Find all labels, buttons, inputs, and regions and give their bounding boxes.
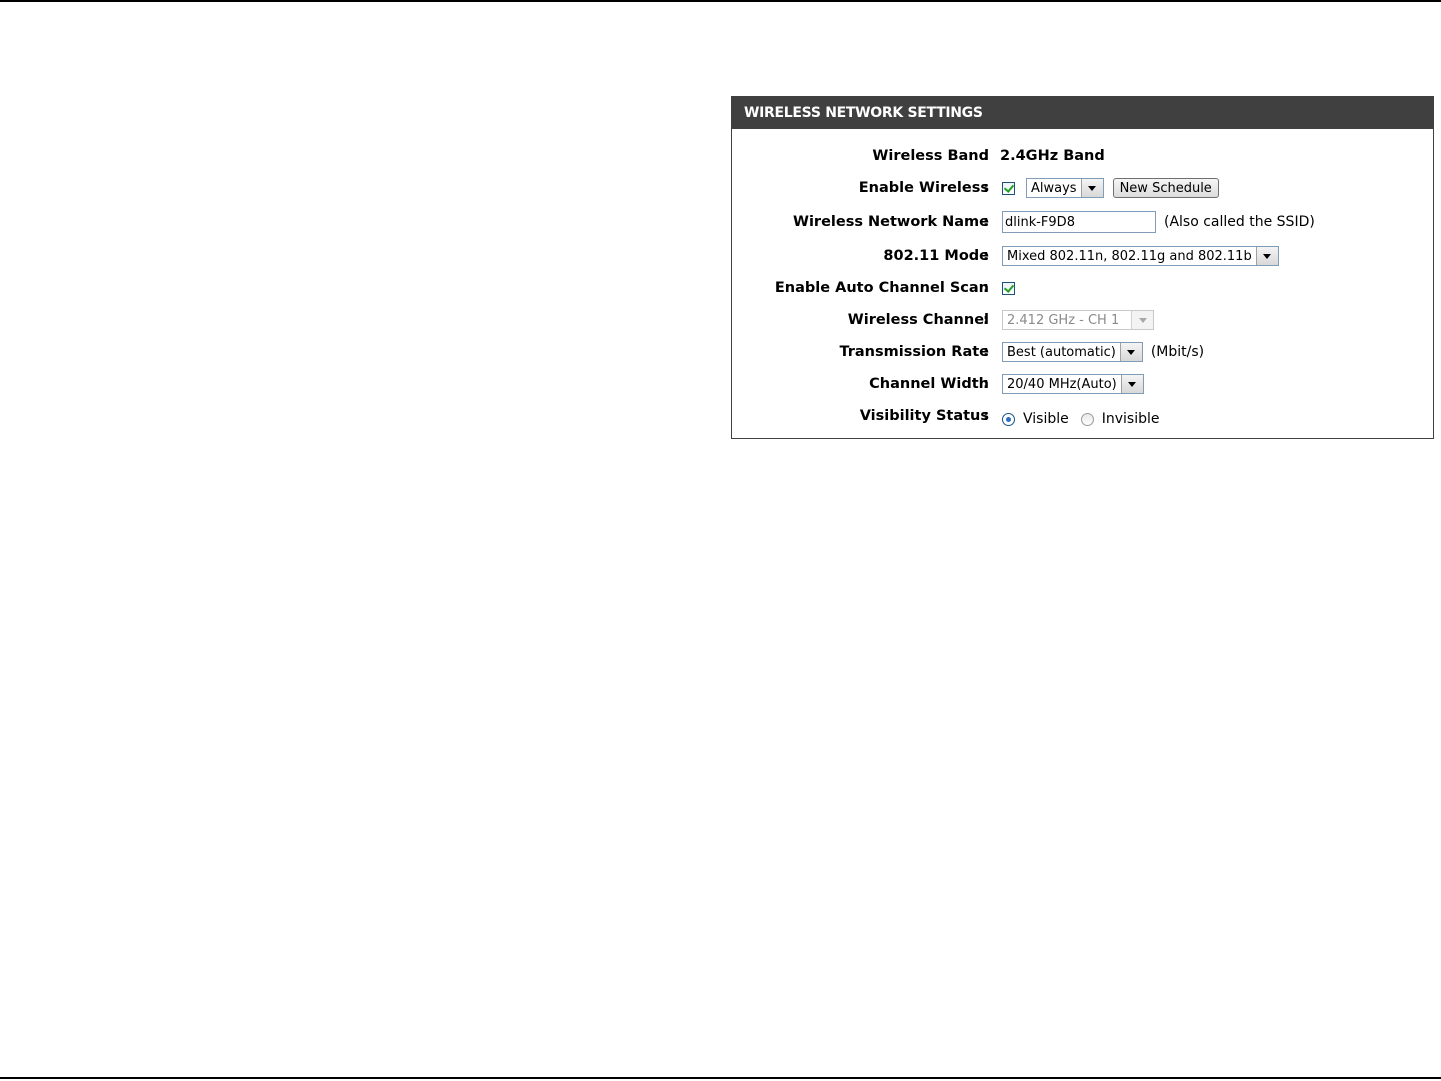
visible-radio[interactable] (1002, 412, 1015, 426)
chevron-down-icon (1080, 179, 1103, 197)
mode-row: 802.11 Mode : Mixed 802.11n, 802.11g and… (732, 243, 1433, 269)
chevron-down-icon (1120, 375, 1143, 393)
mode-select-value: Mixed 802.11n, 802.11g and 802.11b (1007, 248, 1252, 264)
enable-wireless-row: Enable Wireless : Always New Schedule (732, 175, 1433, 201)
colon: : (983, 312, 989, 328)
invisible-radio[interactable] (1080, 412, 1094, 426)
ssid-input[interactable]: dlink-F9D8 (1002, 211, 1156, 233)
schedule-select[interactable]: Always (1026, 178, 1104, 198)
transmission-rate-row: Transmission Rate : Best (automatic) (Mb… (732, 339, 1433, 365)
channel-width-label: Channel Width (869, 376, 989, 392)
mode-label: 802.11 Mode (883, 248, 989, 264)
auto-channel-row: Enable Auto Channel Scan : (732, 275, 1433, 301)
wireless-network-settings-panel: WIRELESS NETWORK SETTINGS Wireless Band … (731, 96, 1434, 439)
wireless-channel-label: Wireless Channel (847, 312, 989, 328)
visibility-label: Visibility Status (859, 408, 989, 424)
transmission-rate-controls: Best (automatic) (Mbit/s) (1002, 339, 1204, 365)
transmission-rate-unit: (Mbit/s) (1150, 344, 1205, 360)
wireless-band-value: 2.4GHz Band (1000, 148, 1105, 164)
invisible-radio-label: Invisible (1101, 411, 1160, 427)
panel-title: WIRELESS NETWORK SETTINGS (732, 97, 1433, 129)
wireless-band-row: Wireless Band : 2.4GHz Band (732, 143, 1433, 169)
enable-wireless-controls: Always New Schedule (1002, 175, 1219, 201)
transmission-rate-label: Transmission Rate (839, 344, 989, 360)
transmission-rate-select-value: Best (automatic) (1007, 344, 1116, 360)
page-bottom-rule (0, 1077, 1441, 1079)
wireless-channel-row: Wireless Channel : 2.412 GHz - CH 1 (732, 307, 1433, 333)
new-schedule-button[interactable]: New Schedule (1112, 178, 1219, 198)
channel-width-select-value: 20/40 MHz(Auto) (1007, 376, 1117, 392)
mode-controls: Mixed 802.11n, 802.11g and 802.11b (1002, 243, 1279, 269)
auto-channel-checkbox[interactable] (1002, 281, 1015, 295)
channel-width-select[interactable]: 20/40 MHz(Auto) (1002, 374, 1144, 394)
schedule-select-value: Always (1031, 180, 1077, 196)
visibility-controls: Visible Invisible (1002, 406, 1171, 432)
channel-width-row: Channel Width : 20/40 MHz(Auto) (732, 371, 1433, 397)
colon: : (983, 408, 989, 424)
wireless-channel-select-value: 2.412 GHz - CH 1 (1007, 312, 1120, 328)
wireless-band-label: Wireless Band (872, 148, 989, 164)
colon: : (983, 180, 989, 196)
wireless-channel-controls: 2.412 GHz - CH 1 (1002, 307, 1155, 333)
mode-select[interactable]: Mixed 802.11n, 802.11g and 802.11b (1002, 246, 1279, 266)
channel-width-controls: 20/40 MHz(Auto) (1002, 371, 1144, 397)
visible-radio-label: Visible (1023, 411, 1069, 427)
chevron-down-icon (1255, 247, 1278, 265)
visibility-row: Visibility Status : Visible Invisible (732, 403, 1433, 429)
enable-wireless-checkbox[interactable] (1002, 181, 1015, 195)
colon: : (983, 280, 989, 296)
network-name-row: Wireless Network Name : dlink-F9D8 (Also… (732, 209, 1433, 235)
wireless-channel-select[interactable]: 2.412 GHz - CH 1 (1002, 310, 1155, 330)
network-name-controls: dlink-F9D8 (Also called the SSID) (1002, 209, 1315, 235)
colon: : (983, 148, 989, 164)
transmission-rate-select[interactable]: Best (automatic) (1002, 342, 1143, 362)
colon: : (983, 248, 989, 264)
colon: : (983, 214, 989, 230)
auto-channel-label: Enable Auto Channel Scan (774, 280, 989, 296)
enable-wireless-label: Enable Wireless (858, 180, 989, 196)
page-top-rule (0, 0, 1441, 2)
auto-channel-controls (1002, 275, 1015, 301)
network-name-label: Wireless Network Name (792, 214, 989, 230)
chevron-down-icon (1119, 343, 1142, 361)
colon: : (983, 344, 989, 360)
chevron-down-icon (1131, 311, 1154, 329)
colon: : (983, 376, 989, 392)
ssid-note: (Also called the SSID) (1164, 214, 1315, 230)
